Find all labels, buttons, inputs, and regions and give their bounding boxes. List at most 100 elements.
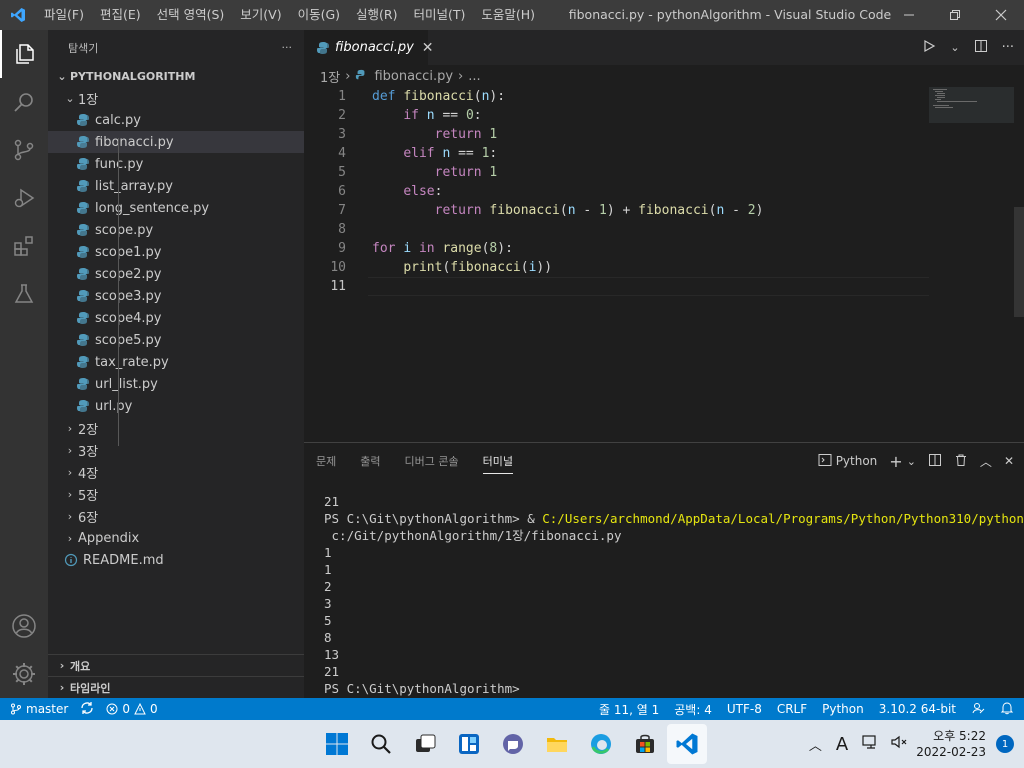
windows-start-icon[interactable] — [321, 728, 353, 760]
error-icon — [106, 703, 118, 715]
tab-output[interactable]: 출력 — [360, 453, 380, 469]
more-actions-icon[interactable]: ··· — [1002, 40, 1014, 55]
bell-icon[interactable] — [1000, 701, 1014, 718]
extensions-icon[interactable] — [0, 222, 48, 270]
outline-section[interactable]: › 개요 — [48, 654, 304, 676]
file-item[interactable]: fibonacci.py — [48, 131, 304, 153]
file-item[interactable]: scope1.py — [48, 241, 304, 263]
file-item[interactable]: tax_rate.py — [48, 351, 304, 373]
folder-item[interactable]: › 6장 — [48, 505, 304, 527]
terminal-shell-label[interactable]: Python — [836, 454, 878, 468]
breadcrumb-symbol[interactable]: ... — [468, 69, 480, 84]
volume-muted-icon[interactable] — [890, 734, 908, 754]
problems-item[interactable]: 0 0 — [106, 702, 158, 716]
file-item[interactable]: list_array.py — [48, 175, 304, 197]
chevron-down-icon: ⌄ — [65, 91, 75, 105]
accounts-icon[interactable] — [0, 602, 48, 650]
chevron-down-icon[interactable]: ⌄ — [950, 41, 959, 54]
edge-browser-icon[interactable] — [585, 728, 617, 760]
tab-terminal[interactable]: 터미널 — [482, 448, 513, 474]
search-icon[interactable] — [365, 728, 397, 760]
more-actions-button[interactable]: ··· — [282, 41, 293, 54]
split-editor-icon[interactable] — [974, 39, 988, 57]
folder-item[interactable]: › Appendix — [48, 527, 304, 549]
tab-fibonacci[interactable]: fibonacci.py ✕ — [304, 30, 434, 65]
line-ending[interactable]: CRLF — [777, 702, 807, 716]
minimize-button[interactable] — [886, 0, 932, 30]
file-item[interactable]: url.py — [48, 395, 304, 417]
encoding[interactable]: UTF-8 — [727, 702, 762, 716]
breadcrumb-file[interactable]: fibonacci.py — [374, 69, 453, 84]
network-icon[interactable] — [862, 734, 880, 754]
ime-indicator[interactable]: A — [836, 734, 848, 755]
menu-terminal[interactable]: 터미널(T) — [406, 0, 474, 30]
settings-gear-icon[interactable] — [0, 650, 48, 698]
file-explorer-icon[interactable] — [541, 728, 573, 760]
explorer-sidebar: 탐색기 ··· ⌄ PYTHONALGORITHM ⌄ 1장 calc.py fi… — [48, 30, 304, 698]
file-item[interactable]: scope.py — [48, 219, 304, 241]
language-mode[interactable]: Python — [822, 702, 864, 716]
folder-item[interactable]: › 3장 — [48, 439, 304, 461]
menu-help[interactable]: 도움말(H) — [473, 0, 543, 30]
maximize-button[interactable] — [932, 0, 978, 30]
new-terminal-icon[interactable]: + — [889, 452, 902, 471]
file-item[interactable]: url_list.py — [48, 373, 304, 395]
store-icon[interactable] — [629, 728, 661, 760]
file-item[interactable]: calc.py — [48, 109, 304, 131]
file-item[interactable]: scope5.py — [48, 329, 304, 351]
minimap[interactable] — [929, 87, 1014, 123]
run-python-file-icon[interactable] — [922, 39, 936, 57]
close-panel-icon[interactable]: ✕ — [1004, 454, 1014, 468]
maximize-panel-icon[interactable]: ︿ — [980, 453, 992, 470]
task-view-icon[interactable] — [409, 728, 441, 760]
terminal-output[interactable]: 21 PS C:\Git\pythonAlgorithm> & C:/Users… — [324, 493, 1024, 697]
file-item[interactable]: scope2.py — [48, 263, 304, 285]
file-item[interactable]: func.py — [48, 153, 304, 175]
python-file-icon — [76, 355, 90, 369]
cursor-position[interactable]: 줄 11, 열 1 — [599, 701, 659, 718]
python-interpreter[interactable]: 3.10.2 64-bit — [879, 702, 956, 716]
clock[interactable]: 오후 5:22 2022-02-23 — [916, 728, 986, 760]
file-label: calc.py — [95, 112, 141, 128]
tab-debug-console[interactable]: 디버그 콘솔 — [405, 453, 459, 469]
menu-edit[interactable]: 편집(E) — [92, 0, 149, 30]
run-debug-icon[interactable] — [0, 174, 48, 222]
source-control-icon[interactable] — [0, 126, 48, 174]
menu-view[interactable]: 보기(V) — [232, 0, 289, 30]
widgets-icon[interactable] — [453, 728, 485, 760]
workspace-root[interactable]: ⌄ PYTHONALGORITHM — [48, 65, 304, 87]
close-tab-icon[interactable]: ✕ — [422, 40, 434, 56]
git-branch-item[interactable]: master — [10, 702, 68, 716]
folder-item[interactable]: › 2장 — [48, 417, 304, 439]
menu-run[interactable]: 실행(R) — [348, 0, 405, 30]
teams-chat-icon[interactable] — [497, 728, 529, 760]
folder-item[interactable]: › 4장 — [48, 461, 304, 483]
file-item[interactable]: long_sentence.py — [48, 197, 304, 219]
indentation[interactable]: 공백: 4 — [674, 701, 712, 718]
editor-scrollbar[interactable] — [1014, 207, 1024, 317]
vscode-taskbar-icon[interactable] — [671, 728, 703, 760]
tab-problems[interactable]: 문제 — [316, 453, 336, 469]
breadcrumb-folder[interactable]: 1장 — [320, 67, 340, 86]
folder-1jang[interactable]: ⌄ 1장 — [48, 87, 304, 109]
file-readme[interactable]: README.md — [48, 549, 304, 571]
chevron-up-icon[interactable]: ︿ — [809, 735, 822, 754]
explorer-icon[interactable] — [0, 30, 48, 78]
testing-flask-icon[interactable] — [0, 270, 48, 318]
timeline-section[interactable]: › 타임라인 — [48, 676, 304, 698]
feedback-icon[interactable] — [971, 701, 985, 718]
file-item[interactable]: scope4.py — [48, 307, 304, 329]
menu-file[interactable]: 파일(F) — [36, 0, 92, 30]
menu-go[interactable]: 이동(G) — [290, 0, 348, 30]
trash-icon[interactable] — [954, 453, 968, 470]
split-terminal-icon[interactable] — [928, 453, 942, 470]
chevron-down-icon[interactable]: ⌄ — [907, 455, 916, 468]
file-item[interactable]: scope3.py — [48, 285, 304, 307]
notification-badge[interactable]: 1 — [996, 735, 1014, 753]
search-icon[interactable] — [0, 78, 48, 126]
folder-item[interactable]: › 5장 — [48, 483, 304, 505]
close-window-button[interactable] — [978, 0, 1024, 30]
code-editor[interactable]: 1 2 3 4 5 6 7 8 9 10 11 def fibonacci(n): if n == … — [304, 87, 1024, 442]
sync-icon[interactable] — [80, 701, 94, 718]
menu-selection[interactable]: 선택 영역(S) — [149, 0, 233, 30]
